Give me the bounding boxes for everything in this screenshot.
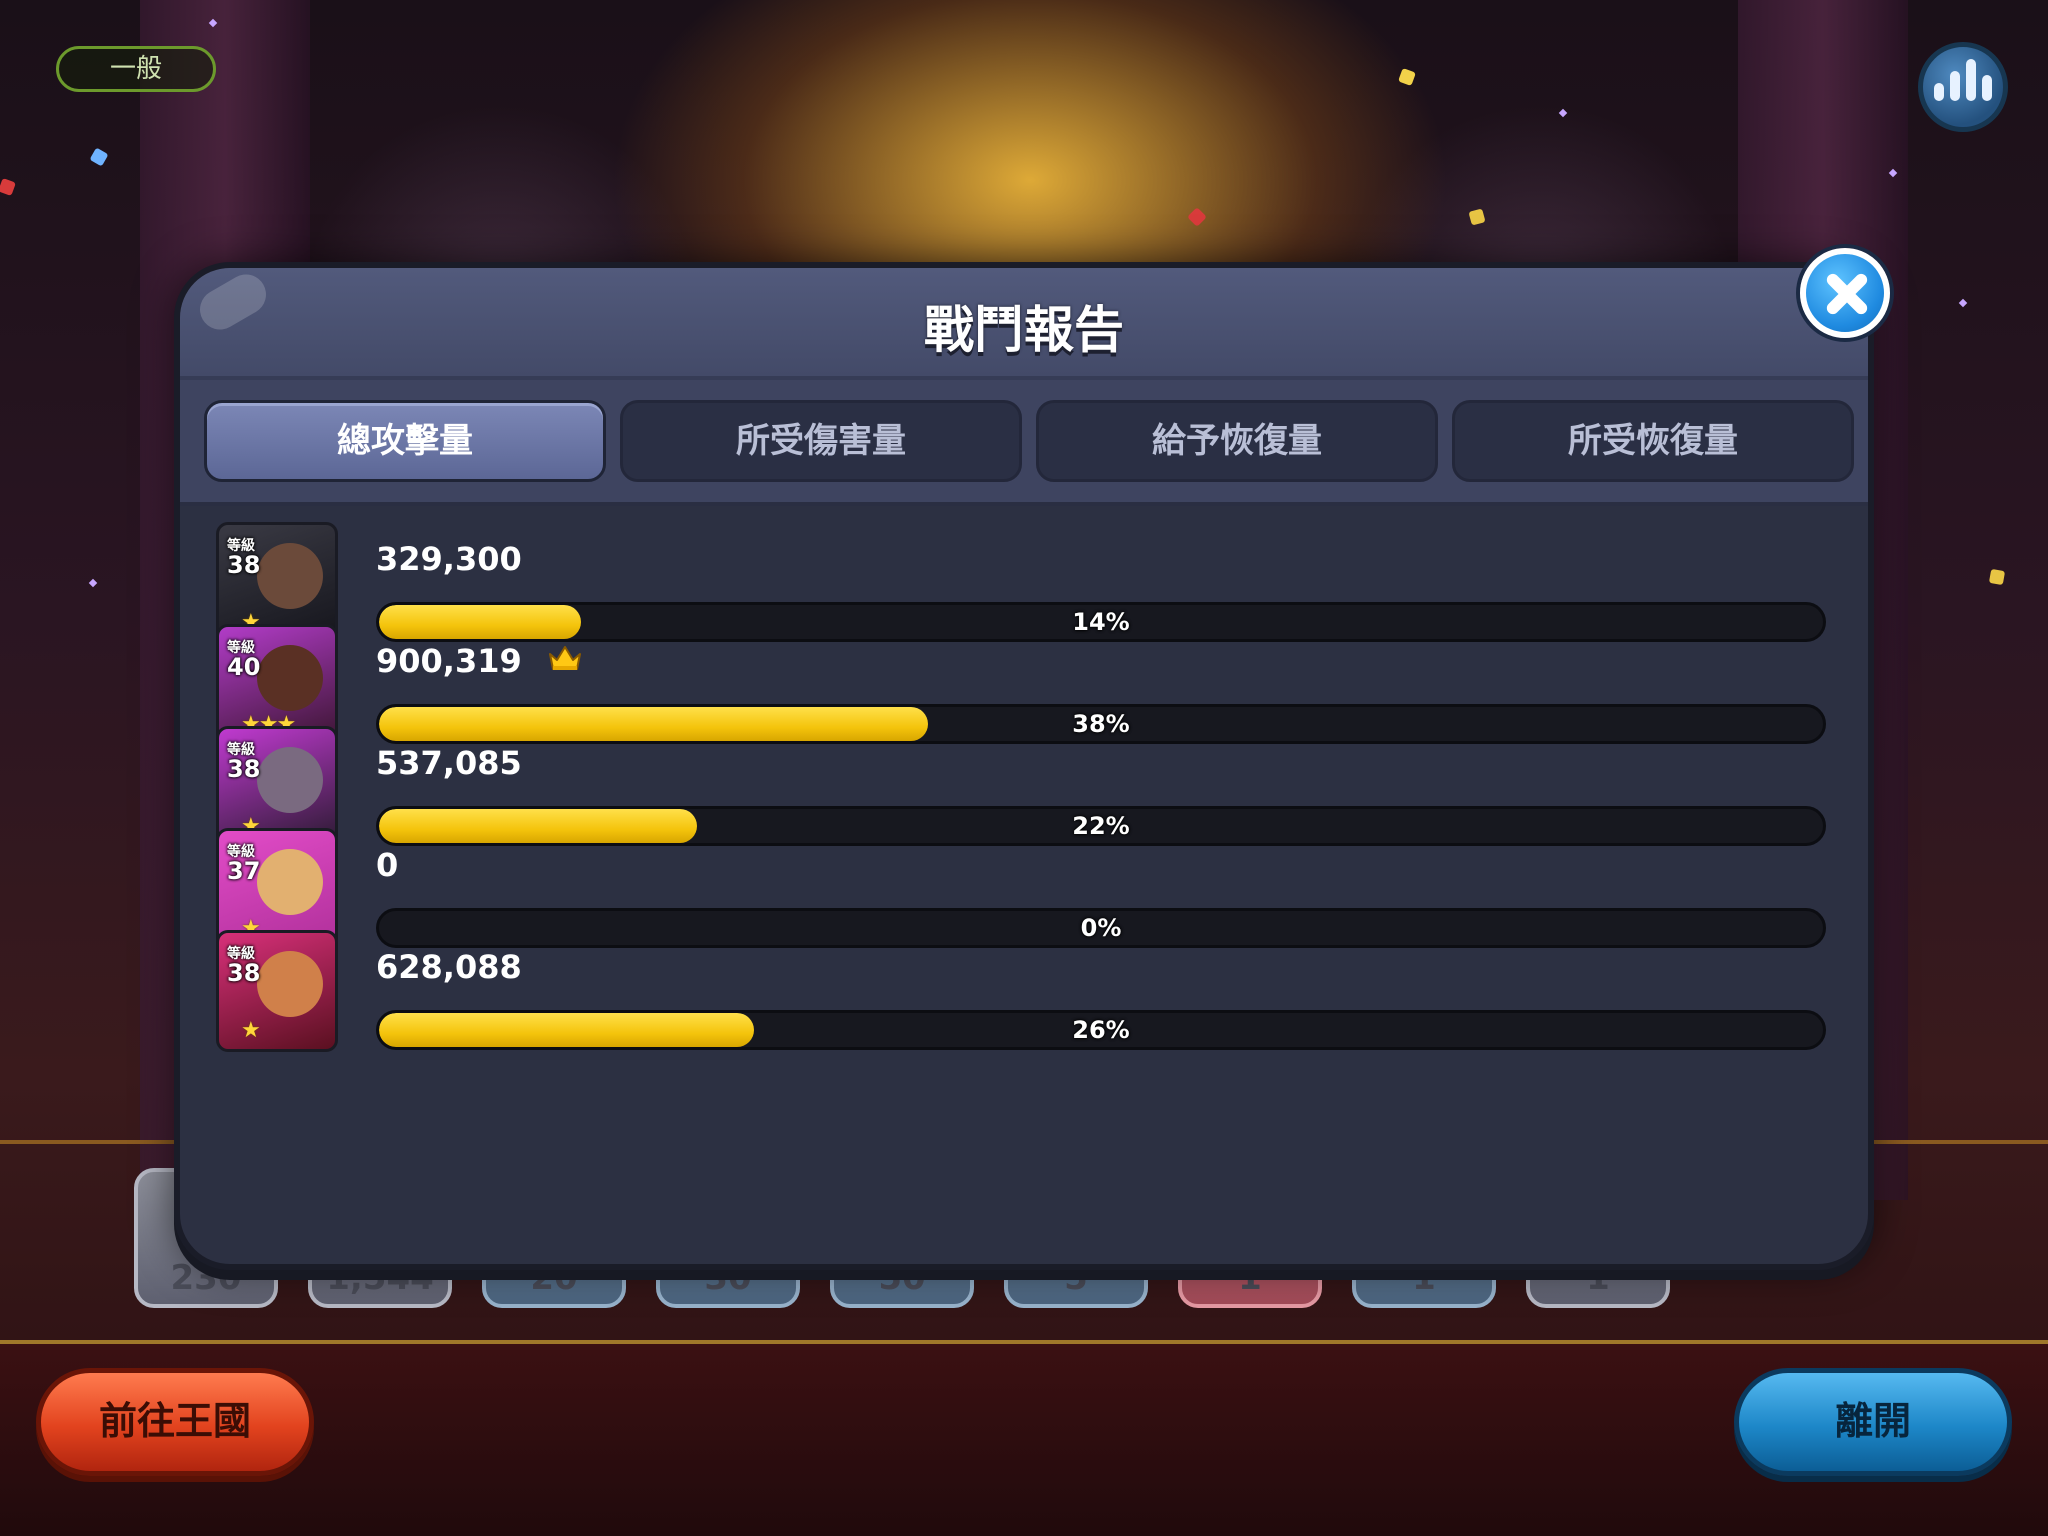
damage-value: 900,319: [376, 642, 522, 680]
modal-title: 戰鬥報告: [924, 301, 1124, 359]
battle-report-modal: 戰鬥報告 總攻擊量 所受傷害量 給予恢復量 所受恢復量 等級 38 ★ 329,…: [174, 262, 1874, 1270]
damage-value: 537,085: [376, 744, 522, 782]
leave-button[interactable]: 離開: [1734, 1368, 2012, 1476]
tab-damage-taken[interactable]: 所受傷害量: [620, 400, 1022, 482]
level-value: 38: [227, 755, 261, 783]
stats-button[interactable]: [1918, 42, 2008, 132]
tab-healing-given[interactable]: 給予恢復量: [1036, 400, 1438, 482]
tab-total-damage[interactable]: 總攻擊量: [204, 400, 606, 482]
level-value: 40: [227, 653, 261, 681]
tab-bar: 總攻擊量 所受傷害量 給予恢復量 所受恢復量: [180, 380, 1868, 506]
level-value: 38: [227, 551, 261, 579]
cookie-portrait: [257, 543, 323, 609]
go-to-kingdom-button[interactable]: 前往王國: [36, 1368, 314, 1476]
cookie-portrait: [257, 645, 323, 711]
damage-value: 329,300: [376, 540, 522, 578]
damage-percent: 26%: [1072, 1016, 1130, 1044]
modal-header: 戰鬥報告: [180, 268, 1868, 380]
report-list: 等級 38 ★ 329,300 14% 等級 40 ★★★ 900,319 38…: [216, 522, 1832, 1222]
crown-icon: [549, 646, 581, 670]
bar-chart-icon: [1934, 83, 1944, 101]
bar-chart-icon: [1982, 75, 1992, 101]
damage-bar: 26%: [376, 1010, 1826, 1050]
damage-value: 628,088: [376, 948, 522, 986]
star-icon: ★: [241, 1018, 261, 1043]
report-row: 等級 38 ★ 628,088 26%: [216, 930, 1832, 1056]
close-button[interactable]: [1800, 248, 1890, 338]
tab-healing-received[interactable]: 所受恢復量: [1452, 400, 1854, 482]
cookie-portrait: [257, 747, 323, 813]
level-value: 38: [227, 959, 261, 987]
cookie-portrait: [257, 849, 323, 915]
cookie-avatar[interactable]: 等級 38 ★: [216, 930, 338, 1052]
bar-chart-icon: [1950, 71, 1960, 101]
cookie-portrait: [257, 951, 323, 1017]
level-value: 37: [227, 857, 261, 885]
damage-value: 0: [376, 846, 399, 884]
mode-chip: 一般: [56, 46, 216, 92]
bar-chart-icon: [1966, 59, 1976, 101]
confetti: [1988, 568, 2006, 586]
